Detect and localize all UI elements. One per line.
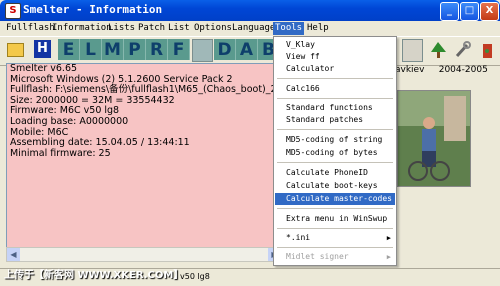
tools-icon[interactable] [452,39,473,62]
submenu-arrow-icon: ▶ [386,234,391,242]
menu-item-md5-bytes[interactable]: MD5-coding of bytes [275,147,395,159]
menu-item-calculate-boot-keys[interactable]: Calculate boot-keys [275,180,395,192]
author-name: avkiev [395,65,425,75]
menu-list[interactable]: List [166,22,192,35]
folder-open-icon[interactable] [7,43,24,57]
credits: avkiev 2004-2005 [395,65,488,75]
menu-separator [277,98,393,99]
menu-lists[interactable]: Lists [106,22,137,35]
menu-item-midlet-signer-label: Midlet signer [286,252,349,261]
save-icon[interactable]: H [34,40,51,58]
menu-item-calc166[interactable]: Calc166 [275,83,395,95]
exit-icon[interactable] [477,39,498,62]
menu-item-view-ff[interactable]: View ff [275,51,395,63]
menu-language[interactable]: Language [230,22,277,35]
menu-separator [277,228,393,229]
tool-button-r[interactable]: R [146,39,168,60]
menu-item-ini-label: *.ini [286,233,311,242]
menu-fullflash[interactable]: Fullflash [4,22,57,35]
tool-button-d[interactable]: D [214,39,236,60]
menu-separator [277,162,393,163]
menu-item-standard-patches[interactable]: Standard patches [275,114,395,126]
menu-item-extra-menu-winswup[interactable]: Extra menu in WinSwup [275,213,395,225]
info-line: Smelter v6.65 [10,63,78,74]
minimize-button[interactable]: _ [440,2,459,21]
author-photo [397,90,471,187]
menu-item-calculator[interactable]: Calculator [275,63,395,75]
tools-dropdown-menu: V_Klay View ff Calculator Calc166 Standa… [273,36,397,266]
info-line: Minimal firmware: 25 [10,147,111,159]
scroll-left-icon[interactable]: ◀ [7,248,20,261]
window-title: Smelter - Information [23,3,163,16]
menu-item-calculate-master-codes[interactable]: Calculate master-codes [275,193,395,205]
menu-item-midlet-signer: Midlet signer ▶ [275,251,395,263]
arrow-down-icon[interactable] [402,39,423,62]
menu-separator [277,129,393,130]
tool-button-m[interactable]: M [102,39,124,60]
menu-item-md5-string[interactable]: MD5-coding of string [275,134,395,146]
status-firmware: v50 lg8 [180,272,210,281]
menu-item-standard-functions[interactable]: Standard functions [275,102,395,114]
tool-button-e[interactable]: E [58,39,80,60]
close-button[interactable]: X [480,2,499,21]
tool-button-a[interactable]: A [236,39,258,60]
app-window: S Smelter - Information _ □ X Fullflash … [0,0,500,286]
tool-button-blank[interactable] [192,39,213,62]
info-panel: Smelter v6.65 Microsoft Windows (2) 5.1.… [6,63,283,248]
toolbar: H E L M P R F D A B [0,36,500,66]
title-bar: S Smelter - Information _ □ X [0,0,500,21]
watermark: 上传于【新客网 WWW.XKER.COM】 [4,270,184,281]
menu-help[interactable]: Help [305,22,331,35]
menu-tools[interactable]: Tools [273,22,305,35]
menu-bar: Fullflash Information Lists Patch List O… [0,21,500,36]
tool-button-f[interactable]: F [168,39,190,60]
horizontal-scrollbar[interactable]: ◀ ▶ [6,247,282,262]
menu-separator [277,247,393,248]
maximize-button[interactable]: □ [460,2,479,21]
menu-information[interactable]: Information [50,22,114,35]
tool-button-p[interactable]: P [124,39,146,60]
menu-options[interactable]: Options [192,22,234,35]
info-line: Loading base: A0000000 [10,115,129,127]
app-icon: S [5,3,21,19]
menu-item-v-klay[interactable]: V_Klay [275,39,395,51]
submenu-arrow-icon: ▶ [386,253,391,261]
menu-item-ini[interactable]: *.ini ▶ [275,232,395,244]
menu-separator [277,78,393,79]
menu-item-calculate-phoneid[interactable]: Calculate PhoneID [275,167,395,179]
copyright-years: 2004-2005 [438,65,488,75]
tree-icon[interactable] [428,39,449,62]
menu-patch[interactable]: Patch [136,22,167,35]
menu-separator [277,208,393,209]
tool-button-l[interactable]: L [80,39,102,60]
